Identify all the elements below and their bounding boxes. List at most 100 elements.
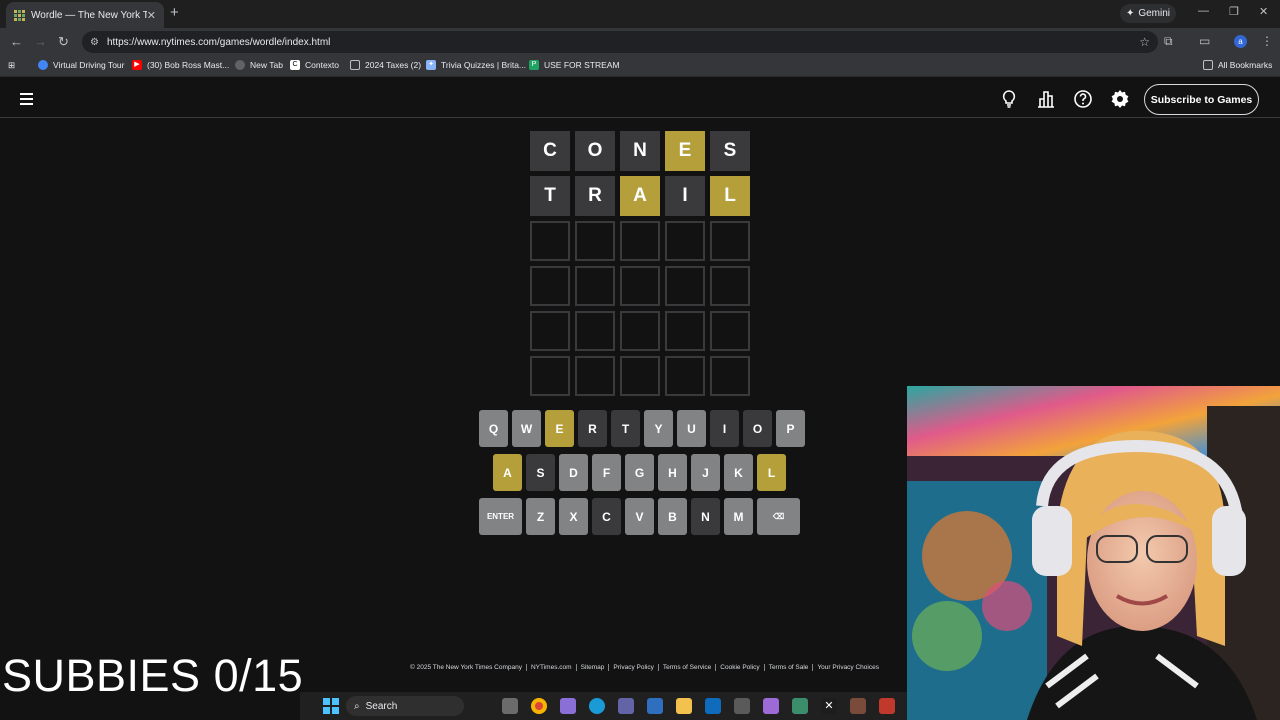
forward-icon[interactable]: →: [34, 34, 47, 49]
key-b[interactable]: B: [658, 498, 687, 535]
outlook-icon[interactable]: [705, 698, 721, 714]
app-icon[interactable]: [850, 698, 866, 714]
board-tile: [620, 356, 660, 396]
taskbar-search[interactable]: ⌕ Search: [346, 696, 464, 716]
teams-icon[interactable]: [618, 698, 634, 714]
window-close-icon[interactable]: ✕: [1259, 5, 1268, 18]
app-icon[interactable]: [792, 698, 808, 714]
key-m[interactable]: M: [724, 498, 753, 535]
minimize-icon[interactable]: —: [1198, 5, 1209, 17]
bookmark-item[interactable]: P USE FOR STREAM: [529, 60, 620, 70]
key-i[interactable]: I: [710, 410, 739, 447]
board-tile: [665, 221, 705, 261]
wordle-footer: © 2025 The New York Times Company NYTimes…: [406, 664, 883, 671]
file-explorer-icon[interactable]: [676, 698, 692, 714]
board-tile: [530, 356, 570, 396]
folder-icon: [350, 60, 360, 70]
bookmark-item[interactable]: 2024 Taxes (2): [350, 60, 421, 70]
key-t[interactable]: T: [611, 410, 640, 447]
key-c[interactable]: C: [592, 498, 621, 535]
board-tile: [575, 266, 615, 306]
board-tile: N: [620, 131, 660, 171]
profile-avatar[interactable]: a: [1234, 35, 1247, 48]
key-s[interactable]: S: [526, 454, 555, 491]
new-tab-button[interactable]: +: [170, 4, 179, 21]
board-tile: [530, 266, 570, 306]
footer-link[interactable]: Terms of Service: [659, 664, 717, 671]
backspace-key[interactable]: ⌫: [757, 498, 800, 535]
key-v[interactable]: V: [625, 498, 654, 535]
enter-key[interactable]: ENTER: [479, 498, 522, 535]
side-panel-icon[interactable]: ▭: [1199, 34, 1210, 48]
settings-gear-icon[interactable]: [1110, 89, 1130, 109]
key-o[interactable]: O: [743, 410, 772, 447]
apps-grid-icon[interactable]: ⊞: [8, 60, 15, 71]
key-g[interactable]: G: [625, 454, 654, 491]
key-u[interactable]: U: [677, 410, 706, 447]
key-h[interactable]: H: [658, 454, 687, 491]
extensions-icon[interactable]: ⧉: [1164, 34, 1173, 49]
key-n[interactable]: N: [691, 498, 720, 535]
app-icon[interactable]: [560, 698, 576, 714]
key-p[interactable]: P: [776, 410, 805, 447]
youtube-icon: ▶: [132, 60, 142, 70]
board-tile: R: [575, 176, 615, 216]
site-info-icon[interactable]: ⚙: [90, 37, 99, 48]
bookmark-item[interactable]: C Contexto: [290, 60, 339, 70]
store-icon[interactable]: [734, 698, 750, 714]
key-r[interactable]: R: [578, 410, 607, 447]
board-tile: S: [710, 131, 750, 171]
key-w[interactable]: W: [512, 410, 541, 447]
key-q[interactable]: Q: [479, 410, 508, 447]
key-d[interactable]: D: [559, 454, 588, 491]
hint-lightbulb-icon[interactable]: [999, 89, 1019, 109]
reload-icon[interactable]: ↻: [58, 34, 69, 50]
task-view-icon[interactable]: [502, 698, 518, 714]
windows-start-icon[interactable]: [323, 698, 339, 714]
footer-link[interactable]: Terms of Sale: [765, 664, 814, 671]
all-bookmarks[interactable]: All Bookmarks: [1203, 60, 1272, 70]
bookmark-star-icon[interactable]: ☆: [1139, 35, 1150, 49]
address-bar[interactable]: ⚙ https://www.nytimes.com/games/wordle/i…: [82, 31, 1158, 53]
help-icon[interactable]: [1073, 89, 1093, 109]
bookmark-item[interactable]: New Tab: [235, 60, 283, 70]
chrome-taskbar-icon[interactable]: [531, 698, 547, 714]
bookmark-item[interactable]: Virtual Driving Tour: [38, 60, 125, 70]
copilot-icon[interactable]: [763, 698, 779, 714]
key-j[interactable]: J: [691, 454, 720, 491]
key-f[interactable]: F: [592, 454, 621, 491]
copyright-text: © 2025 The New York Times Company: [406, 664, 527, 671]
bookmark-item[interactable]: ▶ (30) Bob Ross Mast...: [132, 60, 229, 70]
new-tab-globe-icon: [235, 60, 245, 70]
footer-link[interactable]: Privacy Policy: [609, 664, 659, 671]
subscriber-goal-overlay: SUBBIES 0/15: [2, 650, 304, 701]
hamburger-menu-icon[interactable]: [20, 93, 33, 108]
browser-tab-wordle[interactable]: Wordle — The New York Times ✕: [6, 2, 164, 28]
key-x[interactable]: X: [559, 498, 588, 535]
footer-link[interactable]: NYTimes.com: [527, 664, 577, 671]
board-tile: L: [710, 176, 750, 216]
key-e[interactable]: E: [545, 410, 574, 447]
gemini-button[interactable]: ✦ Gemini: [1120, 4, 1176, 23]
board-tile: [665, 266, 705, 306]
streamer-webcam: [907, 386, 1280, 720]
key-z[interactable]: Z: [526, 498, 555, 535]
subscribe-button[interactable]: Subscribe to Games: [1144, 84, 1259, 115]
statistics-icon[interactable]: [1036, 89, 1056, 109]
bookmark-item[interactable]: ✦ Trivia Quizzes | Brita...: [426, 60, 526, 70]
key-l[interactable]: L: [757, 454, 786, 491]
tab-close-icon[interactable]: ✕: [147, 9, 156, 22]
chrome-menu-icon[interactable]: ⋮: [1261, 34, 1273, 48]
footer-link[interactable]: Sitemap: [577, 664, 610, 671]
footer-link[interactable]: Cookie Policy: [716, 664, 765, 671]
edge-icon[interactable]: [589, 698, 605, 714]
restore-icon[interactable]: ❐: [1229, 5, 1239, 18]
key-k[interactable]: K: [724, 454, 753, 491]
key-a[interactable]: A: [493, 454, 522, 491]
key-y[interactable]: Y: [644, 410, 673, 447]
photos-icon[interactable]: [647, 698, 663, 714]
footer-link[interactable]: Your Privacy Choices: [813, 664, 883, 671]
app-icon[interactable]: [879, 698, 895, 714]
back-icon[interactable]: ←: [10, 34, 23, 49]
capcut-icon[interactable]: ✕: [821, 698, 837, 714]
